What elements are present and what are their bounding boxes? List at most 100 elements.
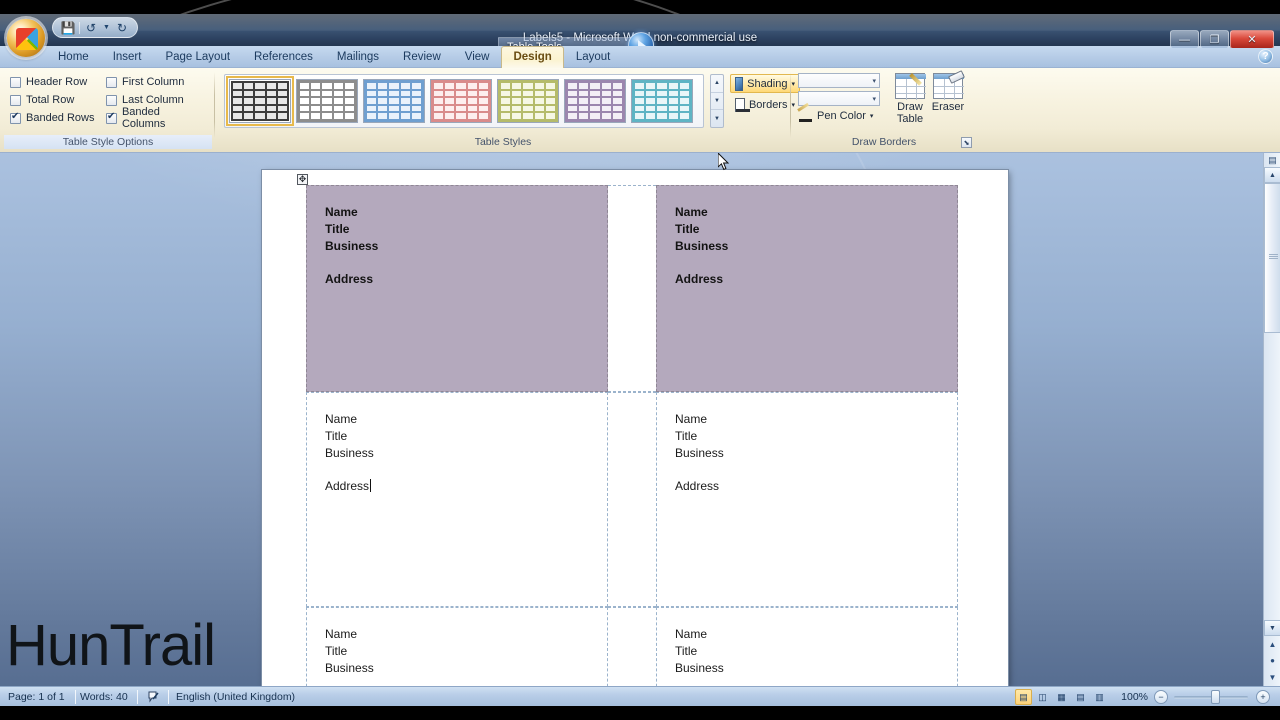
- vertical-scrollbar[interactable]: ▤ ▲ ▼ ▲ ● ▼: [1263, 153, 1280, 686]
- total-row-checkbox-icon[interactable]: [10, 94, 21, 106]
- tab-view[interactable]: View: [453, 46, 502, 68]
- language-indicator[interactable]: English (United Kingdom): [176, 690, 295, 704]
- gallery-scroll-up-icon[interactable]: ▲: [711, 75, 723, 93]
- save-icon[interactable]: 💾: [59, 19, 77, 36]
- undo-dropdown-caret-icon[interactable]: ▼: [102, 24, 111, 31]
- table-styles-gallery[interactable]: [224, 74, 704, 128]
- label-cell[interactable]: NameTitleBusinessAddress: [306, 392, 608, 607]
- table-style-style-light-olive[interactable]: [497, 79, 559, 123]
- document-area[interactable]: ✥ Name Title Business Address Name Title Busin…: [0, 153, 1280, 686]
- first-column-checkbox-icon[interactable]: [106, 76, 117, 88]
- previous-page-button[interactable]: ▲: [1269, 640, 1277, 649]
- draw-borders-dialog-launcher[interactable]: ⬊: [961, 137, 972, 148]
- label-line-address: Address: [325, 272, 374, 286]
- table-style-style-plain-grid[interactable]: [226, 76, 294, 126]
- table-style-style-dark-shading[interactable]: [296, 79, 358, 123]
- title-bar-glass: [0, 14, 1280, 31]
- checkbox-header-row[interactable]: Header Row: [10, 76, 106, 88]
- label-cell[interactable]: NameTitleBusinessAddress: [656, 185, 958, 392]
- pen-color-caret-icon[interactable]: ▾: [870, 112, 874, 120]
- last-column-checkbox-icon[interactable]: [106, 94, 117, 106]
- scroll-down-button[interactable]: ▼: [1264, 620, 1280, 636]
- browse-object-controls[interactable]: ▲ ● ▼: [1264, 636, 1280, 686]
- ribbon-tab-strip: Home Insert Page Layout References Maili…: [0, 46, 1280, 68]
- label-line-name: Name: [325, 412, 358, 426]
- document-page[interactable]: ✥ Name Title Business Address Name Title Busin…: [262, 170, 1008, 686]
- zoom-out-button[interactable]: −: [1154, 690, 1168, 704]
- label-line-address: Address: [675, 272, 724, 286]
- label-gutter: [608, 607, 656, 686]
- tab-page-layout[interactable]: Page Layout: [153, 46, 242, 68]
- checkbox-row-3: Banded Rows Banded Columns: [10, 106, 208, 130]
- zoom-level-label[interactable]: 100%: [1121, 690, 1148, 704]
- line-weight-dropdown[interactable]: ▾: [798, 91, 880, 106]
- label-cell[interactable]: NameTitleBusinessAddress: [306, 185, 608, 392]
- restore-button[interactable]: ❐: [1200, 30, 1229, 48]
- close-button[interactable]: ✕: [1230, 30, 1274, 48]
- zoom-in-button[interactable]: +: [1256, 690, 1270, 704]
- checkbox-banded-columns[interactable]: Banded Columns: [106, 106, 206, 130]
- table-style-style-light-purple[interactable]: [564, 79, 626, 123]
- checkbox-total-row[interactable]: Total Row: [10, 94, 106, 106]
- table-styles-body: ▲ ▼ ▼ Shading ▾ Borders ▾: [218, 70, 800, 132]
- help-icon[interactable]: ?: [1258, 49, 1273, 64]
- banded-rows-checkbox-icon[interactable]: [10, 111, 21, 124]
- tab-mailings[interactable]: Mailings: [325, 46, 391, 68]
- proofing-errors-icon[interactable]: [147, 690, 163, 707]
- label-row[interactable]: NameTitleBusinessAddress NameTitleBusines…: [306, 607, 958, 686]
- tab-review[interactable]: Review: [391, 46, 453, 68]
- gallery-more-icon[interactable]: ▼: [711, 110, 723, 127]
- label-row[interactable]: NameTitleBusinessAddressNameTitleBusines…: [306, 185, 958, 392]
- labels-table[interactable]: Name Title Business Address Name Title Busines…: [306, 185, 958, 686]
- tab-references[interactable]: References: [242, 46, 325, 68]
- tab-home[interactable]: Home: [46, 46, 101, 68]
- label-cell[interactable]: NameTitleBusinessAddress: [306, 607, 608, 686]
- gallery-scroll-controls[interactable]: ▲ ▼ ▼: [710, 74, 724, 128]
- outline-view-button[interactable]: ▤: [1072, 689, 1089, 705]
- label-cell[interactable]: NameTitleBusinessAddress: [656, 392, 958, 607]
- table-move-handle[interactable]: ✥: [297, 174, 308, 185]
- select-browse-object-button[interactable]: ●: [1270, 656, 1275, 665]
- label-gutter: [608, 185, 656, 392]
- checkbox-first-column[interactable]: First Column: [106, 76, 206, 88]
- header-row-checkbox-icon[interactable]: [10, 76, 21, 88]
- label-cell[interactable]: NameTitleBusinessAddress: [656, 607, 958, 686]
- tab-design[interactable]: Design: [501, 46, 564, 68]
- table-style-style-light-aqua[interactable]: [631, 79, 693, 123]
- label-blank-line: [675, 255, 957, 271]
- line-weight-caret-icon[interactable]: ▾: [872, 95, 876, 103]
- tab-insert[interactable]: Insert: [101, 46, 154, 68]
- label-row[interactable]: NameTitleBusinessAddressNameTitleBusines…: [306, 392, 958, 607]
- eraser-button[interactable]: Eraser: [926, 73, 970, 113]
- first-column-label: First Column: [122, 76, 185, 88]
- redo-icon[interactable]: ↻: [113, 19, 131, 36]
- zoom-slider-thumb[interactable]: [1211, 690, 1220, 704]
- minimize-button[interactable]: —: [1170, 30, 1199, 48]
- label-line-business: Business: [675, 239, 729, 253]
- pen-icon: [798, 109, 813, 122]
- undo-icon[interactable]: ↺: [82, 19, 100, 36]
- full-screen-reading-view-button[interactable]: ◫: [1034, 689, 1051, 705]
- scroll-up-button[interactable]: ▲: [1264, 167, 1280, 183]
- word-count[interactable]: Words: 40: [80, 690, 128, 704]
- table-style-style-light-red[interactable]: [430, 79, 492, 123]
- draft-view-button[interactable]: ▥: [1091, 689, 1108, 705]
- tab-layout[interactable]: Layout: [564, 46, 623, 68]
- gallery-scroll-down-icon[interactable]: ▼: [711, 93, 723, 111]
- split-bar-icon[interactable]: ▤: [1265, 153, 1280, 167]
- banded-columns-checkbox-icon[interactable]: [106, 111, 117, 124]
- label-line-title: Title: [325, 222, 350, 236]
- checkbox-banded-rows[interactable]: Banded Rows: [10, 111, 106, 124]
- table-style-style-light-blue[interactable]: [363, 79, 425, 123]
- print-layout-view-button[interactable]: ▤: [1015, 689, 1032, 705]
- pen-color-button[interactable]: Pen Color ▾: [798, 109, 873, 122]
- office-button[interactable]: [6, 18, 46, 58]
- label-gutter: [608, 392, 656, 607]
- line-style-dropdown[interactable]: ▾: [798, 73, 880, 88]
- checkbox-last-column[interactable]: Last Column: [106, 94, 206, 106]
- web-layout-view-button[interactable]: ▦: [1053, 689, 1070, 705]
- scroll-thumb[interactable]: [1264, 183, 1280, 333]
- line-style-caret-icon[interactable]: ▾: [872, 77, 876, 85]
- next-page-button[interactable]: ▼: [1269, 673, 1277, 682]
- page-indicator[interactable]: Page: 1 of 1: [8, 690, 65, 704]
